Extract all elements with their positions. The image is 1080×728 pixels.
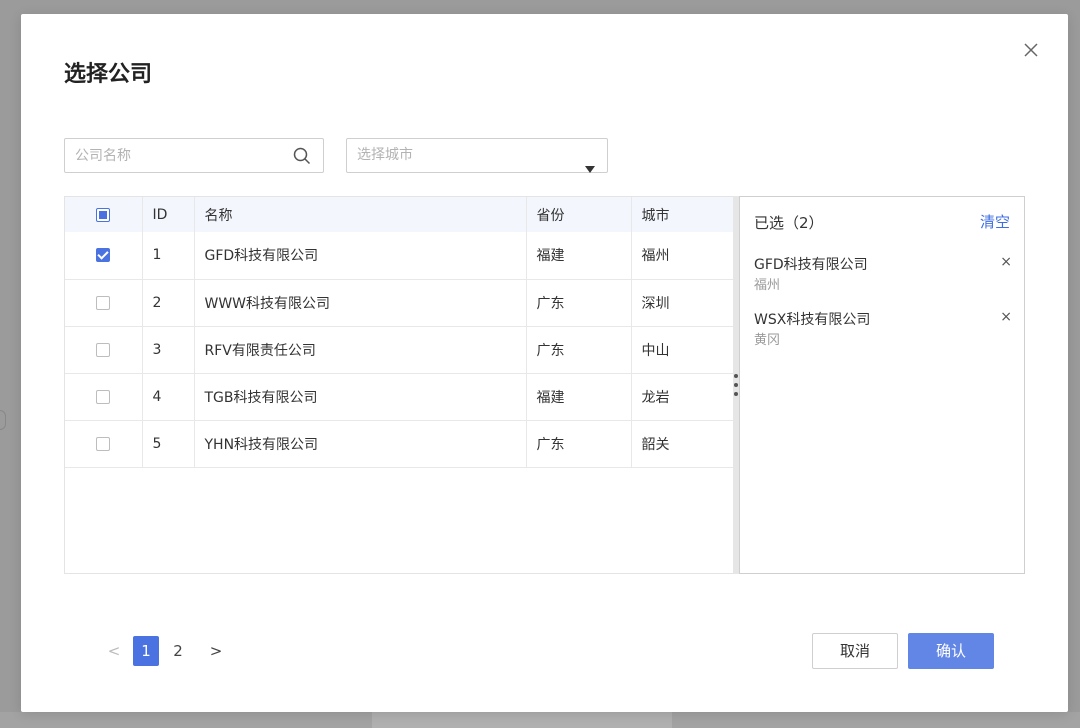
cell-city: 龙岩 [641, 389, 670, 406]
row-checkbox[interactable] [96, 436, 111, 451]
caret-down-icon [585, 153, 595, 186]
header-province: 省份 [526, 197, 632, 232]
row-checkbox[interactable] [96, 248, 111, 263]
cell-id: 4 [142, 373, 195, 420]
cell-name: GFD科技有限公司 [194, 232, 527, 279]
company-search [64, 138, 324, 173]
cell-id: 5 [142, 420, 195, 467]
select-all-checkbox[interactable] [96, 207, 111, 222]
selected-count-title: 已选（2） [754, 214, 824, 232]
page-1-button[interactable]: 1 [133, 636, 159, 666]
close-icon [1024, 43, 1038, 57]
company-name-input[interactable] [65, 139, 300, 172]
clear-button[interactable]: 清空 [980, 211, 1010, 232]
dialog-title: 选择公司 [64, 62, 153, 87]
cell-city: 福州 [641, 248, 670, 265]
cell-id: 1 [142, 232, 195, 279]
row-select-cell [65, 420, 143, 467]
cell-id: 2 [142, 279, 195, 326]
table-row[interactable]: 2 WWW科技有限公司 广东 深圳 [65, 279, 735, 326]
cell-city: 中山 [641, 342, 670, 359]
confirm-button[interactable]: 确认 [908, 633, 994, 669]
close-button[interactable] [1021, 40, 1041, 60]
backdrop [0, 712, 1080, 728]
row-select-cell [65, 326, 143, 373]
selected-panel: 已选（2） 清空 GFD科技有限公司 福州 × WSX科技有限公司 黄冈 × [739, 196, 1025, 574]
selected-item: WSX科技有限公司 黄冈 × [754, 309, 1012, 348]
company-table: ID 名称 省份 城市 1 GFD科技有限公司 福建 福州 2 WWW科技有限公… [64, 196, 736, 574]
search-icon[interactable] [293, 147, 311, 169]
table-row[interactable]: 1 GFD科技有限公司 福建 福州 [65, 232, 735, 279]
row-select-cell [65, 279, 143, 326]
prev-page-button[interactable]: < [101, 636, 127, 666]
header-name: 名称 [194, 197, 527, 232]
cell-province: 广东 [526, 420, 632, 467]
header-id: ID [142, 197, 195, 232]
table-header: ID 名称 省份 城市 [65, 197, 735, 232]
city-select[interactable]: 选择城市 [346, 138, 608, 173]
row-checkbox[interactable] [96, 295, 111, 310]
city-select-placeholder: 选择城市 [357, 147, 413, 163]
row-select-cell [65, 232, 143, 279]
cell-name: TGB科技有限公司 [194, 373, 527, 420]
cell-province: 福建 [526, 373, 632, 420]
row-checkbox[interactable] [96, 389, 111, 404]
remove-icon[interactable]: × [1000, 254, 1012, 270]
cell-city: 韶关 [641, 436, 670, 453]
selected-item-name: WSX科技有限公司 [754, 312, 871, 328]
table-row[interactable]: 5 YHN科技有限公司 广东 韶关 [65, 420, 735, 467]
row-select-cell [65, 373, 143, 420]
selected-item-city: 黄冈 [754, 333, 781, 348]
selected-item-city: 福州 [754, 278, 781, 293]
cell-province: 广东 [526, 326, 632, 373]
select-company-dialog: 选择公司 选择城市 ID 名称 [21, 14, 1068, 712]
table-row[interactable]: 4 TGB科技有限公司 福建 龙岩 [65, 373, 735, 420]
cell-name: WWW科技有限公司 [194, 279, 527, 326]
cancel-button[interactable]: 取消 [812, 633, 898, 669]
backdrop-shade [372, 712, 672, 728]
cell-id: 3 [142, 326, 195, 373]
cell-name: RFV有限责任公司 [194, 326, 527, 373]
page-2-button[interactable]: 2 [165, 636, 191, 666]
backdrop-element [0, 410, 6, 430]
cell-city: 深圳 [641, 295, 670, 312]
selected-item-name: GFD科技有限公司 [754, 257, 868, 273]
header-city: 城市 [641, 207, 670, 224]
cell-name: YHN科技有限公司 [194, 420, 527, 467]
selected-item: GFD科技有限公司 福州 × [754, 254, 1012, 293]
select-all-cell [65, 197, 143, 232]
table-row[interactable]: 3 RFV有限责任公司 广东 中山 [65, 326, 735, 373]
remove-icon[interactable]: × [1000, 309, 1012, 325]
cell-province: 广东 [526, 279, 632, 326]
cell-province: 福建 [526, 232, 632, 279]
next-page-button[interactable]: > [203, 636, 229, 666]
row-checkbox[interactable] [96, 342, 111, 357]
